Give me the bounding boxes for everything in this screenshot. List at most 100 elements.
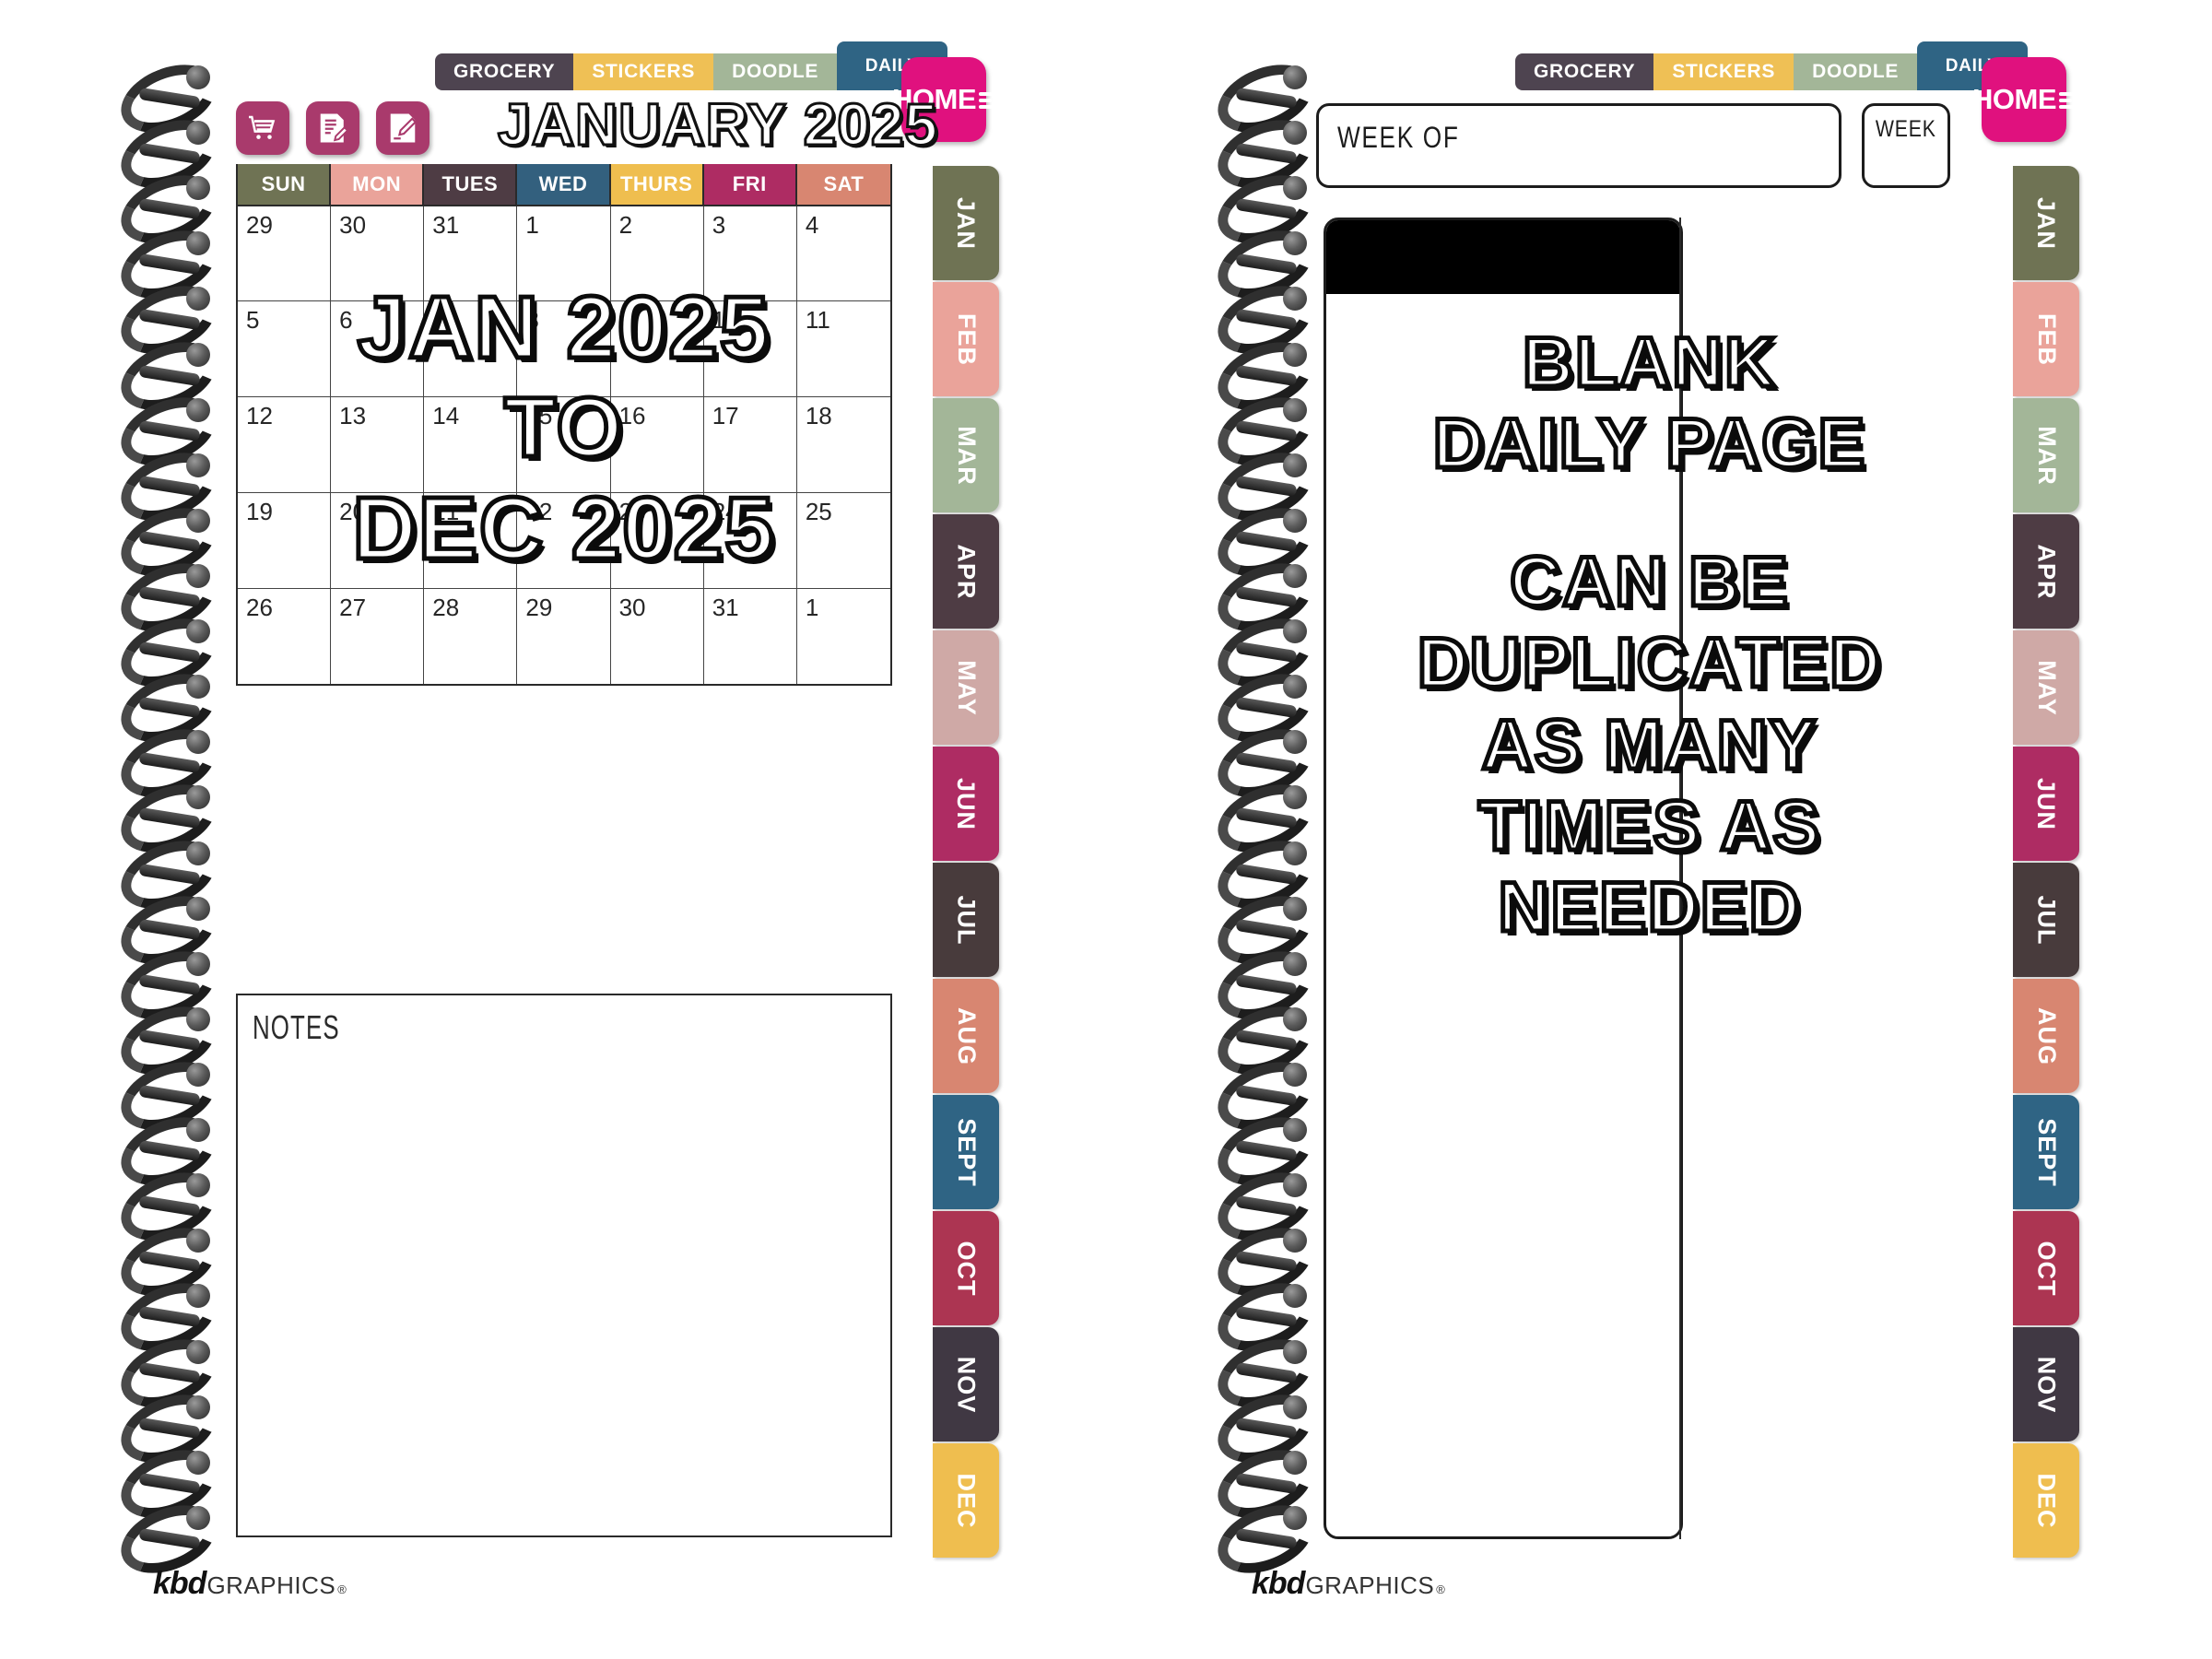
calendar-day-cell[interactable]: 16 [611, 397, 704, 492]
month-tab-may[interactable]: MAY [2013, 630, 2079, 745]
month-tab-apr[interactable]: APR [2013, 514, 2079, 629]
spiral-coil [115, 175, 212, 228]
page-title-month: JANUARY 2025 [497, 90, 939, 159]
month-tab-sept[interactable]: SEPT [2013, 1095, 2079, 1209]
month-tab-label: JUL [952, 894, 981, 946]
category-tab-stickers[interactable]: STICKERS [573, 53, 714, 90]
daily-page-panel[interactable] [1324, 218, 1683, 1539]
month-tab-dec[interactable]: DEC [2013, 1443, 2079, 1558]
calendar-day-cell[interactable]: 9 [611, 301, 704, 396]
logo-registered-mark: ® [337, 1583, 347, 1596]
calendar-day-cell[interactable]: 1 [517, 206, 611, 300]
month-tab-sept[interactable]: SEPT [933, 1095, 999, 1209]
footer-logo-left: kbd GRAPHICS ® [153, 1566, 347, 1602]
month-tabs-right: JAN FEB MAR APR MAY JUN JUL AUG SEPT OCT NOV DEC [2013, 166, 2079, 1559]
calendar-day-cell[interactable]: 14 [424, 397, 518, 492]
category-tab-grocery[interactable]: GROCERY [435, 53, 574, 90]
month-tab-feb[interactable]: FEB [933, 282, 999, 396]
spiral-coil [1212, 1062, 1309, 1114]
calendar-day-cell[interactable]: 29 [517, 589, 611, 684]
month-tab-label: MAY [2032, 659, 2061, 716]
month-tab-aug[interactable]: AUG [933, 979, 999, 1093]
logo-brand-light-right: GRAPHICS [1305, 1571, 1435, 1599]
calendar-week-row: 5 6 7 8 9 10 11 [238, 300, 890, 396]
month-tab-jan[interactable]: JAN [933, 166, 999, 280]
month-tab-mar[interactable]: MAR [2013, 398, 2079, 512]
month-tab-jun[interactable]: JUN [2013, 747, 2079, 861]
spiral-coil [115, 896, 212, 948]
calendar-day-cell[interactable]: 12 [238, 397, 332, 492]
calendar-day-cell[interactable]: 24 [704, 493, 797, 588]
home-button-right[interactable]: HOME [1972, 57, 2076, 142]
week-of-field[interactable]: WEEK OF [1316, 103, 1841, 188]
calendar-day-cell[interactable]: 30 [331, 206, 425, 300]
monthly-calendar-grid: SUN MON TUES WED THURS FRI SAT 29 30 31 1 2 3 4 5 6 7 8 9… [236, 164, 892, 686]
notes-box[interactable]: NOTES [236, 994, 892, 1537]
month-tab-oct[interactable]: OCT [933, 1211, 999, 1325]
category-tab-stickers[interactable]: STICKERS [1653, 53, 1794, 90]
logo-registered-mark-right: ® [1436, 1583, 1445, 1596]
spiral-coil [115, 1117, 212, 1170]
calendar-day-cell[interactable]: 25 [797, 493, 890, 588]
month-tab-jul[interactable]: JUL [2013, 863, 2079, 977]
calendar-day-cell[interactable]: 23 [611, 493, 704, 588]
calendar-day-cell[interactable]: 27 [331, 589, 425, 684]
calendar-day-cell[interactable]: 19 [238, 493, 332, 588]
category-tab-label: STICKERS [1672, 61, 1776, 82]
spiral-coil [115, 1283, 212, 1335]
calendar-day-cell[interactable]: 31 [704, 589, 797, 684]
calendar-day-cell[interactable]: 30 [611, 589, 704, 684]
calendar-day-cell[interactable]: 28 [424, 589, 518, 684]
month-tab-label: NOV [952, 1356, 981, 1413]
calendar-day-cell[interactable]: 29 [238, 206, 332, 300]
spiral-coil [115, 342, 212, 394]
calendar-day-cell[interactable]: 2 [611, 206, 704, 300]
calendar-day-cell[interactable]: 18 [797, 397, 890, 492]
calendar-day-cell[interactable]: 10 [704, 301, 797, 396]
month-tab-nov[interactable]: NOV [2013, 1327, 2079, 1441]
calendar-day-cell[interactable]: 6 [331, 301, 425, 396]
calendar-day-cell[interactable]: 22 [517, 493, 611, 588]
calendar-day-cell[interactable]: 11 [797, 301, 890, 396]
calendar-day-cell[interactable]: 20 [331, 493, 425, 588]
month-tab-label: JAN [952, 196, 981, 250]
calendar-day-cell[interactable]: 13 [331, 397, 425, 492]
footer-logo-right: kbd GRAPHICS ® [1252, 1566, 1445, 1602]
month-tab-oct[interactable]: OCT [2013, 1211, 2079, 1325]
calendar-day-cell[interactable]: 7 [424, 301, 518, 396]
category-tab-grocery[interactable]: GROCERY [1515, 53, 1654, 90]
calendar-day-cell[interactable]: 15 [517, 397, 611, 492]
category-tab-doodle[interactable]: DOODLE [1794, 53, 1918, 90]
month-tab-aug[interactable]: AUG [2013, 979, 2079, 1093]
week-number-field[interactable]: WEEK [1862, 103, 1950, 188]
calendar-day-cell[interactable]: 17 [704, 397, 797, 492]
calendar-day-cell[interactable]: 4 [797, 206, 890, 300]
spiral-coil [115, 120, 212, 172]
month-tab-apr[interactable]: APR [933, 514, 999, 629]
calendar-day-cell[interactable]: 5 [238, 301, 332, 396]
month-tab-dec[interactable]: DEC [933, 1443, 999, 1558]
spiral-coil [115, 508, 212, 560]
edit-note-icon[interactable] [376, 101, 429, 155]
month-tab-feb[interactable]: FEB [2013, 282, 2079, 396]
calendar-header-wed: WED [517, 164, 611, 205]
month-tab-jul[interactable]: JUL [933, 863, 999, 977]
calendar-day-cell[interactable]: 8 [517, 301, 611, 396]
grocery-cart-icon[interactable] [236, 101, 289, 155]
calendar-day-cell[interactable]: 21 [424, 493, 518, 588]
month-tab-mar[interactable]: MAR [933, 398, 999, 512]
month-tab-jun[interactable]: JUN [933, 747, 999, 861]
spiral-coil [1212, 508, 1309, 560]
category-tab-doodle[interactable]: DOODLE [713, 53, 838, 90]
calendar-day-cell[interactable]: 3 [704, 206, 797, 300]
spiral-coil [1212, 563, 1309, 616]
logo-brand-light: GRAPHICS [206, 1571, 336, 1599]
calendar-day-cell[interactable]: 1 [797, 589, 890, 684]
calendar-day-cell[interactable]: 26 [238, 589, 332, 684]
checklist-note-icon[interactable] [306, 101, 359, 155]
month-tab-nov[interactable]: NOV [933, 1327, 999, 1441]
month-tab-may[interactable]: MAY [933, 630, 999, 745]
month-tab-jan[interactable]: JAN [2013, 166, 2079, 280]
calendar-day-cell[interactable]: 31 [424, 206, 518, 300]
daily-panel-header-bar [1326, 220, 1680, 294]
